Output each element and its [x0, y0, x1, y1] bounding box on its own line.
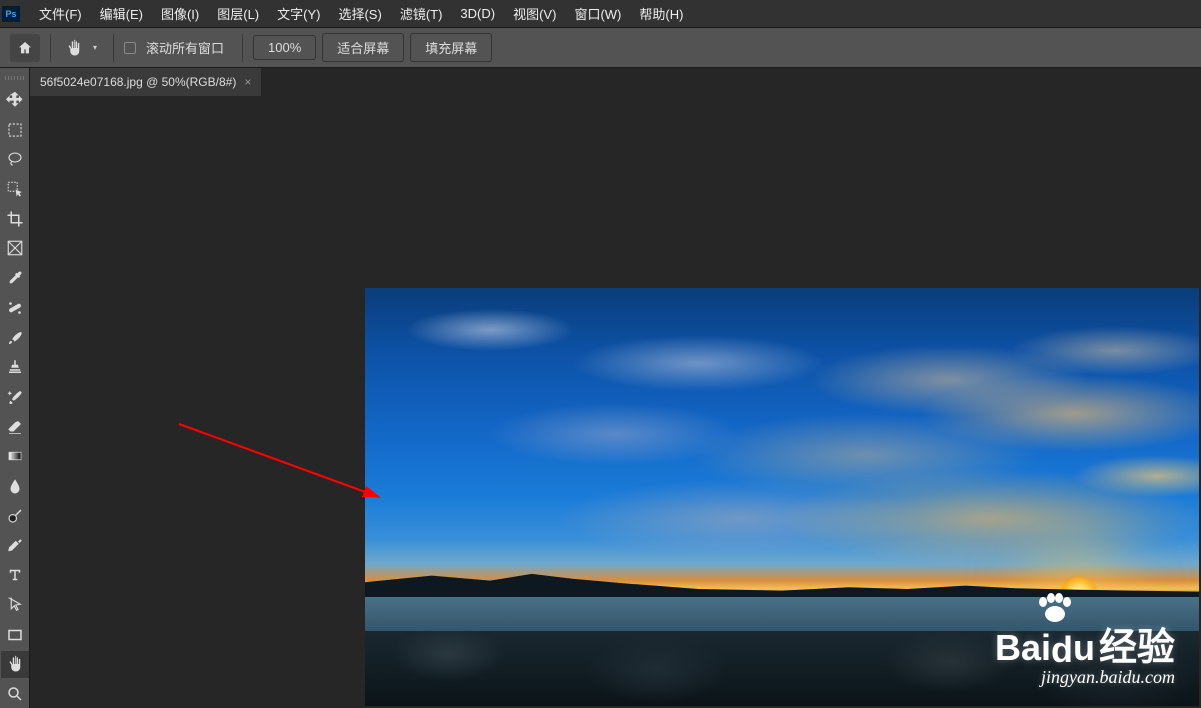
frame-tool[interactable] [1, 235, 29, 263]
home-icon [17, 40, 33, 56]
eyedropper-tool[interactable] [1, 264, 29, 292]
brush-icon [6, 329, 24, 347]
hand-tool-indicator[interactable] [61, 37, 87, 59]
canvas-area: 56f5024e07168.jpg @ 50%(RGB/8#) × [30, 68, 1201, 708]
menu-layer[interactable]: 图层(L) [208, 0, 268, 27]
move-icon [6, 91, 24, 109]
hand-tool[interactable] [1, 651, 29, 679]
zoom-tool[interactable] [1, 680, 29, 708]
marquee-icon [6, 121, 24, 139]
menu-3d[interactable]: 3D(D) [451, 2, 504, 25]
document-tab[interactable]: 56f5024e07168.jpg @ 50%(RGB/8#) × [30, 68, 261, 96]
fill-screen-button[interactable]: 填充屏幕 [410, 33, 492, 62]
move-tool[interactable] [1, 86, 29, 114]
quick-select-tool[interactable] [1, 175, 29, 203]
clone-stamp-tool[interactable] [1, 353, 29, 381]
zoom-100-button[interactable]: 100% [253, 35, 316, 60]
type-tool[interactable] [1, 561, 29, 589]
eraser-tool[interactable] [1, 413, 29, 441]
fit-screen-button[interactable]: 适合屏幕 [322, 33, 404, 62]
canvas-viewport[interactable]: Baidduu 经验 jingyan.baidu.com [30, 96, 1201, 708]
gradient-icon [6, 447, 24, 465]
menu-view[interactable]: 视图(V) [504, 0, 565, 27]
dodge-tool[interactable] [1, 502, 29, 530]
history-brush-icon [6, 388, 24, 406]
path-select-tool[interactable] [1, 591, 29, 619]
divider [50, 34, 51, 62]
options-bar: ▾ 滚动所有窗口 100% 适合屏幕 填充屏幕 [0, 28, 1201, 68]
close-tab-icon[interactable]: × [244, 75, 251, 89]
history-brush-tool[interactable] [1, 383, 29, 411]
marquee-tool[interactable] [1, 116, 29, 144]
rectangle-icon [6, 626, 24, 644]
arrow-icon [6, 596, 24, 614]
document-tab-title: 56f5024e07168.jpg @ 50%(RGB/8#) [40, 75, 236, 89]
hand-icon [6, 655, 24, 673]
annotation-arrow [174, 419, 389, 504]
ps-logo: Ps [2, 6, 20, 22]
menu-edit[interactable]: 编辑(E) [91, 0, 152, 27]
divider [242, 34, 243, 62]
stamp-icon [6, 358, 24, 376]
eraser-icon [6, 418, 24, 436]
menu-image[interactable]: 图像(I) [152, 0, 208, 27]
quick-select-icon [6, 180, 24, 198]
blur-icon [6, 477, 24, 495]
menu-window[interactable]: 窗口(W) [565, 0, 630, 27]
menu-file[interactable]: 文件(F) [30, 0, 91, 27]
zoom-icon [6, 685, 24, 703]
crop-tool[interactable] [1, 205, 29, 233]
rectangle-tool[interactable] [1, 621, 29, 649]
scroll-all-windows-checkbox[interactable] [124, 42, 136, 54]
menu-select[interactable]: 选择(S) [329, 0, 390, 27]
dodge-icon [6, 507, 24, 525]
home-button[interactable] [10, 34, 40, 62]
healing-brush-tool[interactable] [1, 294, 29, 322]
crop-icon [6, 210, 24, 228]
lasso-tool[interactable] [1, 145, 29, 173]
brush-tool[interactable] [1, 324, 29, 352]
healing-icon [6, 299, 24, 317]
document-image [365, 288, 1199, 706]
tools-panel [0, 68, 30, 708]
menu-help[interactable]: 帮助(H) [630, 0, 692, 27]
blur-tool[interactable] [1, 472, 29, 500]
menu-filter[interactable]: 滤镜(T) [391, 0, 452, 27]
divider [113, 34, 114, 62]
menu-bar: Ps 文件(F) 编辑(E) 图像(I) 图层(L) 文字(Y) 选择(S) 滤… [0, 0, 1201, 28]
scroll-all-label: 滚动所有窗口 [146, 38, 224, 57]
gradient-tool[interactable] [1, 443, 29, 471]
eyedropper-icon [6, 269, 24, 287]
pen-tool[interactable] [1, 532, 29, 560]
frame-icon [6, 239, 24, 257]
type-icon [6, 566, 24, 584]
hand-icon [65, 39, 83, 57]
pen-icon [6, 537, 24, 555]
menu-type[interactable]: 文字(Y) [268, 0, 329, 27]
lasso-icon [6, 150, 24, 168]
tool-preset-dropdown[interactable]: ▾ [93, 43, 97, 52]
